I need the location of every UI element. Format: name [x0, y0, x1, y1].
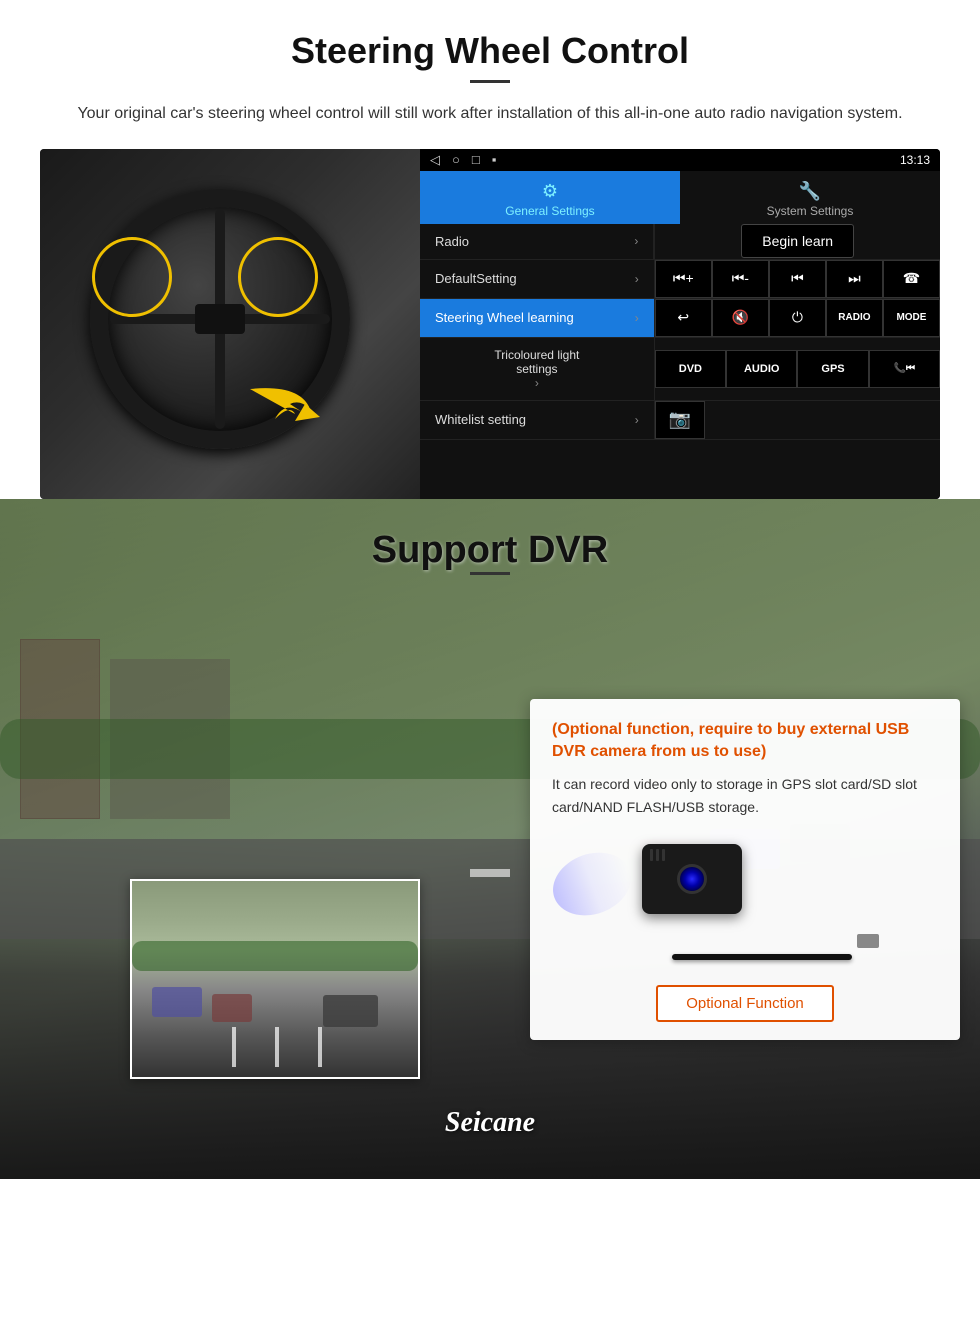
menu-row-tricolour: Tricoloured lightsettings › DVD AUDIO GP…	[420, 338, 940, 401]
whitelist-icon-area: 📷	[655, 401, 940, 439]
menu-row-whitelist: Whitelist setting › 📷	[420, 401, 940, 440]
yellow-arrow	[240, 379, 320, 439]
gps-label: GPS	[821, 363, 844, 375]
ctrl-prev-call[interactable]: 📞⏮	[869, 350, 940, 388]
tab-general-label: General Settings	[505, 204, 594, 218]
dvr-description: It can record video only to storage in G…	[552, 773, 938, 818]
ctrl-hang-up[interactable]: ↩	[655, 299, 712, 337]
steering-wheel-image	[40, 149, 420, 499]
nav-square-icon[interactable]: □	[472, 152, 480, 168]
ctrl-camera-icon[interactable]: 📷	[655, 401, 705, 439]
menu-item-radio[interactable]: Radio ›	[420, 224, 654, 259]
system-icon: 🔧	[688, 181, 932, 202]
camera-body	[642, 844, 742, 914]
next-icon: ⏭	[848, 270, 861, 287]
menu-item-whitelist[interactable]: Whitelist setting ›	[420, 401, 655, 439]
control-buttons-row3: DVD AUDIO GPS 📞⏮	[655, 338, 940, 400]
menu-label-default: DefaultSetting	[435, 271, 517, 286]
ctrl-power[interactable]: ⏻	[769, 299, 826, 337]
android-ui-panel: ◁ ○ □ ▪ 13:13 ⚙ General Settings 🔧 Syste…	[420, 149, 940, 499]
radio-label: RADIO	[838, 312, 870, 323]
control-buttons-row2: ↩ 🔇 ⏻ RADIO MODE	[655, 299, 940, 337]
ctrl-mute[interactable]: 🔇	[712, 299, 769, 337]
steering-title: Steering Wheel Control	[40, 30, 940, 72]
menu-label-radio: Radio	[435, 234, 469, 249]
tab-system-settings[interactable]: 🔧 System Settings	[680, 171, 940, 224]
gear-icon: ⚙	[428, 181, 672, 202]
dvr-optional-header: (Optional function, require to buy exter…	[552, 719, 938, 764]
chevron-icon-4: ›	[535, 376, 539, 390]
steering-section: Steering Wheel Control Your original car…	[0, 0, 980, 499]
vol-down-icon: ⏮-	[732, 270, 749, 287]
prev-call-icon: 📞⏮	[894, 363, 915, 374]
chevron-icon: ›	[634, 234, 638, 248]
ctrl-phone[interactable]: ☎	[883, 260, 940, 298]
tab-general-settings[interactable]: ⚙ General Settings	[420, 171, 680, 224]
dvr-title: Support DVR	[0, 529, 980, 572]
camera-lens	[677, 864, 707, 894]
android-statusbar: ◁ ○ □ ▪ 13:13	[420, 149, 940, 171]
dvr-section: Support DVR (Optional function, require …	[0, 499, 980, 1179]
menu-label-whitelist: Whitelist setting	[435, 412, 526, 427]
begin-learn-area: Begin learn	[654, 224, 940, 259]
hang-up-icon: ↩	[677, 309, 689, 326]
dvr-title-area: Support DVR	[0, 499, 980, 608]
ctrl-radio-btn[interactable]: RADIO	[826, 299, 883, 337]
tab-system-label: System Settings	[767, 204, 854, 218]
dvr-screenshot-inset	[130, 879, 420, 1079]
steering-visual-area: ◁ ○ □ ▪ 13:13 ⚙ General Settings 🔧 Syste…	[40, 149, 940, 499]
steering-hub	[195, 304, 245, 334]
chevron-icon-3: ›	[635, 311, 639, 325]
phone-icon: ☎	[903, 270, 920, 287]
power-icon: ⏻	[792, 309, 803, 326]
menu-item-steering-learn[interactable]: Steering Wheel learning ›	[420, 299, 655, 337]
menu-row-default: DefaultSetting › ⏮+ ⏮- ⏮ ⏭ ☎	[420, 260, 940, 299]
ctrl-audio[interactable]: AUDIO	[726, 350, 797, 388]
statusbar-time: 13:13	[900, 153, 930, 167]
dvr-screenshot-inner	[132, 881, 418, 1077]
highlight-left-circle	[92, 237, 172, 317]
steering-subtitle: Your original car's steering wheel contr…	[40, 101, 940, 127]
nav-home-icon[interactable]: ○	[452, 152, 460, 168]
prev-icon: ⏮	[791, 270, 804, 287]
ctrl-mode[interactable]: MODE	[883, 299, 940, 337]
optional-function-button[interactable]: Optional Function	[656, 985, 834, 1022]
ctrl-prev[interactable]: ⏮	[769, 260, 826, 298]
statusbar-nav: ◁ ○ □ ▪	[430, 152, 496, 168]
android-menu: Radio › Begin learn DefaultSetting › ⏮+	[420, 224, 940, 499]
ctrl-next[interactable]: ⏭	[826, 260, 883, 298]
chevron-icon-2: ›	[635, 272, 639, 286]
chevron-icon-5: ›	[635, 413, 639, 427]
camera-cable	[672, 954, 852, 960]
ctrl-vol-down[interactable]: ⏮-	[712, 260, 769, 298]
menu-label-steering: Steering Wheel learning	[435, 310, 574, 325]
menu-item-tricolour[interactable]: Tricoloured lightsettings ›	[420, 338, 655, 400]
menu-row-radio: Radio › Begin learn	[420, 224, 940, 260]
ctrl-dvd[interactable]: DVD	[655, 350, 726, 388]
nav-back-icon[interactable]: ◁	[430, 152, 440, 168]
ctrl-vol-up[interactable]: ⏮+	[655, 260, 712, 298]
vol-up-icon: ⏮+	[673, 270, 694, 287]
android-tabs: ⚙ General Settings 🔧 System Settings	[420, 171, 940, 224]
seicane-logo: Seicane	[445, 1107, 535, 1139]
dvr-camera-image	[552, 832, 938, 972]
dvr-title-divider	[470, 572, 510, 575]
mode-label: MODE	[896, 312, 926, 323]
dvd-label: DVD	[679, 363, 702, 375]
title-divider	[470, 80, 510, 83]
control-buttons-row1: ⏮+ ⏮- ⏮ ⏭ ☎	[655, 260, 940, 298]
menu-label-tricolour: Tricoloured lightsettings	[494, 348, 579, 376]
ctrl-gps[interactable]: GPS	[797, 350, 868, 388]
mute-icon: 🔇	[732, 309, 749, 326]
audio-label: AUDIO	[744, 363, 779, 375]
camera-usb-connector	[857, 934, 879, 948]
menu-row-steering-learn: Steering Wheel learning › ↩ 🔇 ⏻ RADIO MO…	[420, 299, 940, 338]
nav-menu-icon[interactable]: ▪	[492, 152, 497, 168]
highlight-right-circle	[238, 237, 318, 317]
menu-item-default[interactable]: DefaultSetting ›	[420, 260, 655, 298]
begin-learn-button[interactable]: Begin learn	[741, 224, 854, 258]
dvr-info-card: (Optional function, require to buy exter…	[530, 699, 960, 1041]
